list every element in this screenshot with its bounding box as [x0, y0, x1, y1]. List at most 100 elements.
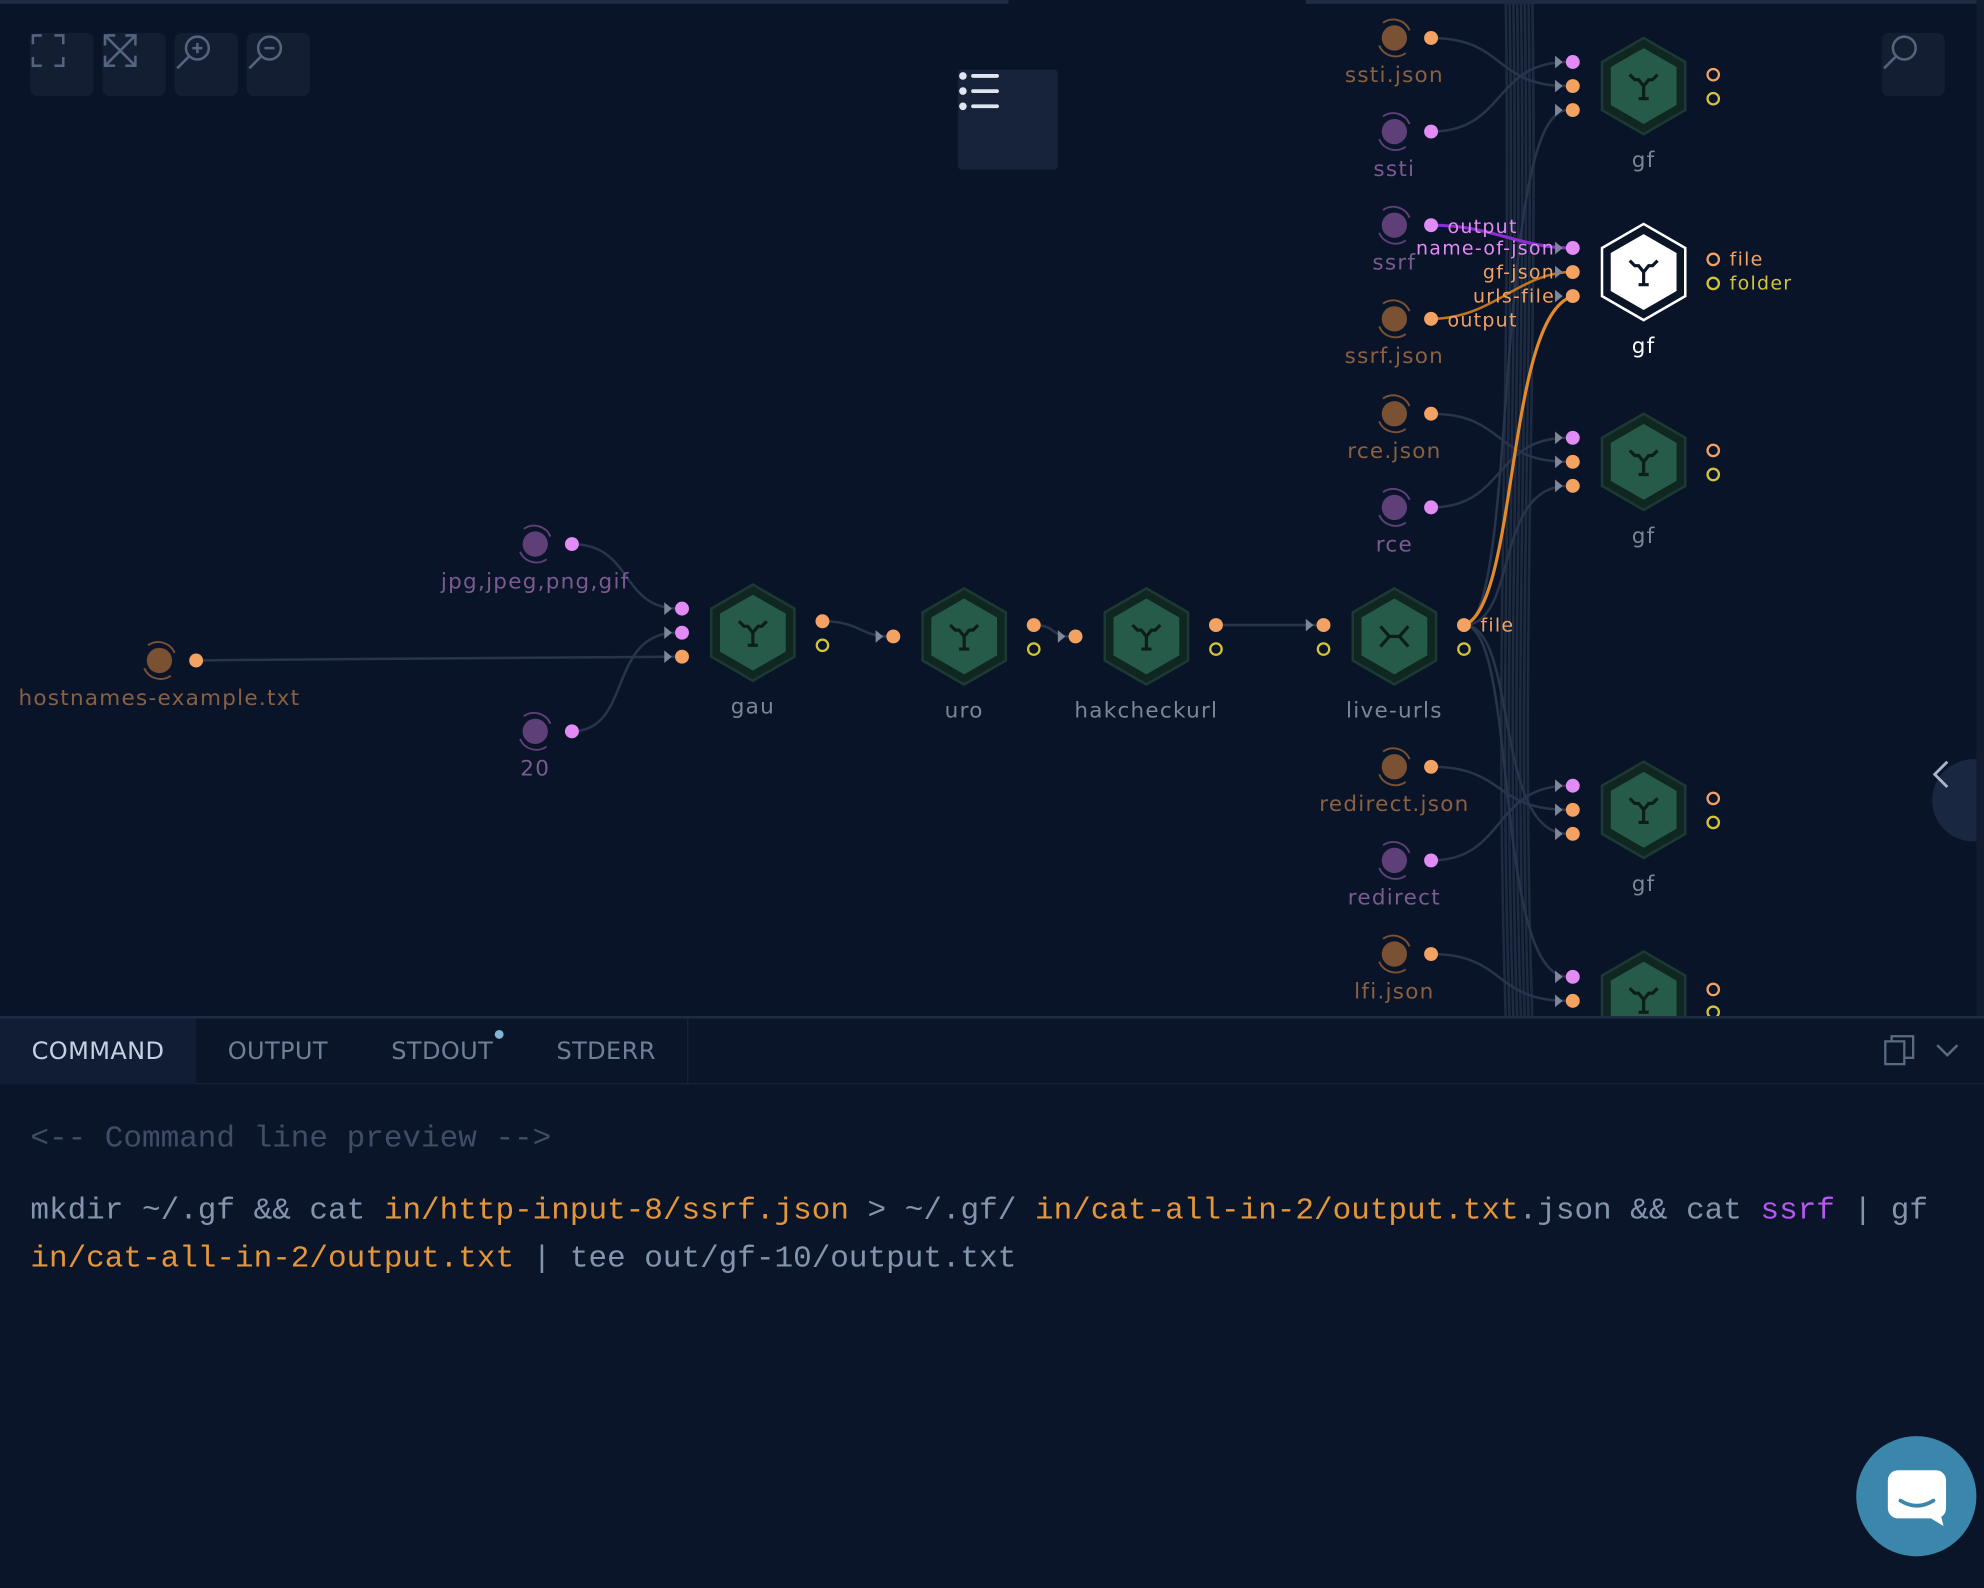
output-port[interactable] [1424, 31, 1439, 45]
input-port[interactable] [1565, 289, 1580, 304]
tab-stderr[interactable]: STDERR [525, 1019, 688, 1085]
input-port[interactable] [1565, 55, 1580, 69]
input-node-hosts[interactable] [143, 641, 204, 680]
tool-node-uro[interactable] [875, 586, 1041, 686]
input-node-ssti_json[interactable] [1378, 18, 1439, 58]
input-port[interactable] [1565, 265, 1580, 280]
output-port[interactable] [564, 724, 579, 739]
output-port[interactable] [1424, 853, 1439, 868]
port-label: gf-json [1483, 261, 1555, 283]
input-port[interactable] [1565, 79, 1580, 94]
search-button[interactable] [1881, 32, 1945, 97]
output-port[interactable] [189, 653, 204, 668]
fullscreen-button[interactable] [102, 32, 166, 97]
output-port[interactable] [1706, 91, 1721, 106]
tool-node-hak[interactable] [1057, 586, 1223, 686]
output-port[interactable] [1706, 982, 1721, 997]
output-port[interactable] [564, 537, 579, 552]
tool-node-gau[interactable] [664, 583, 830, 683]
tool-node-live[interactable] [1305, 586, 1471, 686]
file-input-icon [1381, 941, 1408, 967]
fit-view-button[interactable] [30, 32, 94, 97]
output-port[interactable] [1457, 642, 1471, 656]
command-segment: .json && cat [1518, 1194, 1761, 1229]
output-port[interactable] [1026, 642, 1041, 656]
chat-button[interactable] [1856, 1436, 1977, 1557]
input-port[interactable] [1565, 430, 1580, 445]
command-segment: in/http-input-8/ssrf.json [383, 1194, 849, 1229]
zoom-in-button[interactable] [174, 32, 238, 97]
input-port[interactable] [675, 601, 689, 616]
output-port[interactable] [1706, 252, 1721, 267]
input-port[interactable] [1565, 478, 1580, 493]
tab-stdout[interactable]: STDOUT [360, 1019, 525, 1085]
zoom-out-button[interactable] [246, 32, 311, 97]
output-port[interactable] [1706, 815, 1721, 830]
output-port[interactable] [1026, 618, 1041, 633]
output-port[interactable] [1706, 276, 1721, 291]
output-port[interactable] [1424, 218, 1439, 233]
input-node-redirect[interactable] [1378, 841, 1439, 880]
tab-output[interactable]: OUTPUT [196, 1019, 360, 1085]
tool-node-gf5[interactable] [1555, 950, 1721, 1017]
output-port[interactable] [1424, 759, 1439, 774]
input-node-lfi_json[interactable] [1378, 934, 1439, 974]
input-node-ext[interactable] [519, 524, 579, 564]
output-port[interactable] [1706, 443, 1721, 458]
output-port[interactable] [815, 614, 830, 629]
tool-node-gf3[interactable] [1555, 412, 1721, 512]
input-port[interactable] [1316, 618, 1331, 633]
chevron-down-icon[interactable] [1933, 1034, 1961, 1067]
input-port[interactable] [675, 649, 689, 664]
input-port[interactable] [1068, 629, 1083, 644]
tool-node-gf4[interactable] [1555, 760, 1721, 860]
output-port[interactable] [1706, 67, 1721, 82]
input-node-ssrf_json[interactable] [1378, 299, 1439, 339]
input-port[interactable] [1565, 969, 1580, 984]
input-port[interactable] [1316, 642, 1331, 656]
input-node-rce[interactable] [1378, 488, 1439, 527]
output-port[interactable] [1424, 947, 1439, 962]
edge [1431, 412, 1568, 464]
port-label: file [1480, 614, 1514, 636]
input-port[interactable] [1565, 454, 1580, 469]
input-port[interactable] [1565, 778, 1580, 793]
tab-command[interactable]: COMMAND [0, 1018, 197, 1085]
input-port[interactable] [1565, 802, 1580, 817]
output-port[interactable] [815, 638, 830, 653]
output-port[interactable] [1424, 500, 1439, 515]
input-port[interactable] [675, 625, 689, 640]
input-node-threads[interactable] [519, 712, 579, 751]
port-arrow [1555, 241, 1563, 255]
output-port[interactable] [1706, 467, 1721, 482]
input-port[interactable] [1565, 103, 1580, 118]
divider [687, 1018, 689, 1085]
command-segment: | tee out/gf-10/output.txt [514, 1242, 1017, 1277]
port-arrow [1555, 994, 1563, 1008]
input-node-ssti[interactable] [1378, 112, 1439, 151]
input-port[interactable] [1565, 826, 1580, 841]
tab-label: OUTPUT [227, 1037, 328, 1066]
command-comment: <-- Command line preview --> [30, 1122, 552, 1157]
output-port[interactable] [1706, 791, 1721, 806]
tool-node-gf1[interactable] [1555, 36, 1721, 136]
input-node-rce_json[interactable] [1378, 394, 1439, 434]
output-port[interactable] [1209, 618, 1223, 633]
input-port[interactable] [1565, 993, 1580, 1008]
output-port[interactable] [1457, 618, 1471, 633]
output-port[interactable] [1424, 406, 1439, 421]
output-port[interactable] [1424, 124, 1439, 139]
edges [196, 0, 1574, 1017]
input-node-redirect_json[interactable] [1378, 747, 1439, 787]
copy-icon[interactable] [1883, 1034, 1916, 1067]
output-port[interactable] [1209, 642, 1223, 656]
port-arrow [875, 630, 884, 643]
output-port[interactable] [1424, 311, 1439, 326]
node-label: gf [1632, 872, 1656, 897]
input-port[interactable] [1565, 241, 1580, 255]
workflow-canvas[interactable]: ssti.json ssti ssrf output ssrf.json output rc… [0, 0, 1984, 1017]
tool-node-gf2[interactable] [1555, 222, 1721, 322]
input-port[interactable] [886, 629, 901, 644]
output-port[interactable] [1706, 1005, 1721, 1017]
node-list-button[interactable] [957, 69, 1058, 170]
